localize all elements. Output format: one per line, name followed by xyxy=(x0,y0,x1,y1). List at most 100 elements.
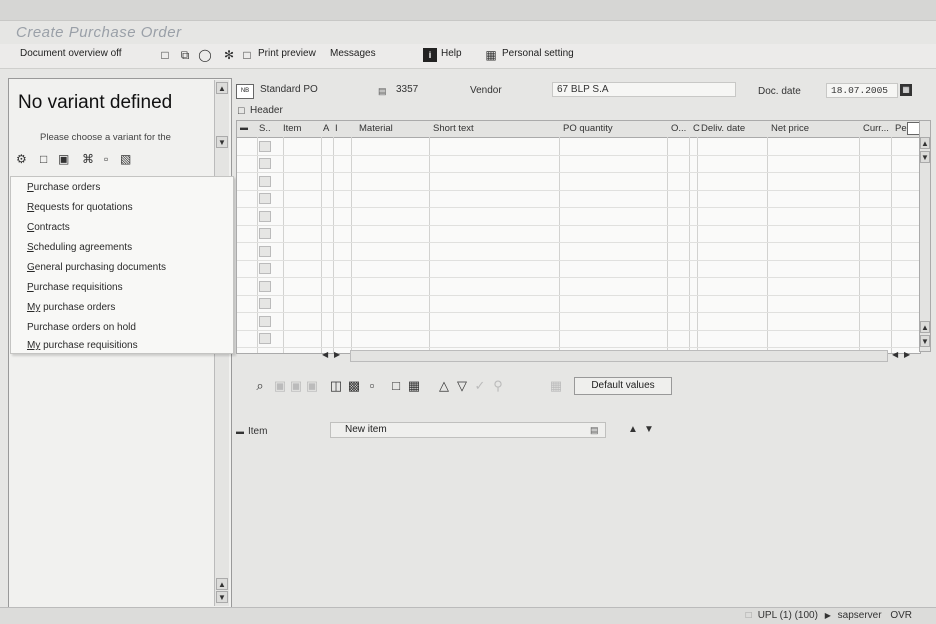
document-overview-button[interactable]: Document overview off xyxy=(20,48,122,59)
filter-icon[interactable]: ▽ xyxy=(454,378,470,394)
table-row[interactable] xyxy=(237,154,920,156)
collapse-icon[interactable]: ▫ xyxy=(104,152,108,166)
column-order-unit[interactable]: O... xyxy=(671,123,686,134)
layout-grid-icon[interactable]: ▦ xyxy=(406,378,422,394)
table-row[interactable] xyxy=(237,294,920,296)
copy-rows-icon[interactable]: □ xyxy=(388,378,404,394)
row-selector[interactable] xyxy=(259,228,271,239)
previous-item-icon[interactable]: ▲ xyxy=(628,424,638,435)
next-item-icon[interactable]: ▼ xyxy=(644,424,654,435)
column-date-category[interactable]: C xyxy=(693,123,700,134)
column-material[interactable]: Material xyxy=(359,123,393,134)
scroll-left-icon[interactable]: ◀ xyxy=(892,350,898,359)
column-net-price[interactable]: Net price xyxy=(771,123,809,134)
vendor-field[interactable]: 67 BLP S.A xyxy=(552,82,736,97)
column-short-text[interactable]: Short text xyxy=(433,123,474,134)
row-selector[interactable] xyxy=(259,175,271,187)
scroll-right-icon[interactable]: ▶ xyxy=(904,350,910,359)
menu-item-purchase-orders[interactable]: Purchase orders xyxy=(27,182,100,193)
scroll-down-icon[interactable]: ▼ xyxy=(216,591,228,603)
menu-item-scheduling-agreements[interactable]: Scheduling agreements xyxy=(27,242,132,253)
row-selector[interactable] xyxy=(259,140,271,152)
system-info[interactable]: UPL (1) (100) xyxy=(758,610,818,621)
menu-item-requests-for-quotations[interactable]: Requests for quotations xyxy=(27,202,133,213)
column-item[interactable]: Item xyxy=(283,123,301,134)
scroll-right-icon[interactable]: ▶ xyxy=(334,350,340,359)
display-change-icon[interactable]: ◯ xyxy=(198,48,212,62)
unlock-icon[interactable]: ▫ xyxy=(364,378,380,394)
personal-setting-icon[interactable]: ▦ xyxy=(484,48,498,62)
calendar-icon[interactable]: ▦ xyxy=(900,84,912,96)
layout-icon[interactable]: ▧ xyxy=(120,152,131,166)
po-type-field[interactable]: Standard PO xyxy=(256,83,352,98)
row-selector[interactable] xyxy=(259,263,271,274)
scroll-down-icon[interactable]: ▼ xyxy=(920,151,930,163)
details-icon[interactable]: ⌕ xyxy=(252,378,268,394)
scroll-up-icon[interactable]: ▲ xyxy=(920,137,930,149)
row-selector[interactable] xyxy=(259,210,271,222)
previous-page-icon[interactable]: ▣ xyxy=(288,378,304,394)
item-select-field[interactable]: New item xyxy=(330,422,606,438)
print-preview-button[interactable]: Print preview xyxy=(258,48,316,59)
table-horizontal-scrollbar[interactable] xyxy=(350,350,888,362)
create-document-icon[interactable]: □ xyxy=(158,48,172,62)
copy-icon[interactable]: □ xyxy=(40,152,47,166)
print-preview-icon[interactable]: □ xyxy=(240,48,254,62)
messages-button[interactable]: Messages xyxy=(330,48,376,59)
check-icon[interactable]: ✓ xyxy=(472,378,488,394)
table-row[interactable] xyxy=(237,312,920,313)
row-selector[interactable] xyxy=(259,193,271,204)
lock-icon[interactable]: ▩ xyxy=(346,378,362,394)
po-number-field[interactable]: 3357 xyxy=(392,83,446,98)
header-label[interactable]: Header xyxy=(250,105,283,116)
column-item-category[interactable]: I xyxy=(335,123,338,134)
menu-item-purchase-orders-on-hold[interactable]: Purchase orders on hold xyxy=(27,322,136,333)
selection-variant-icon[interactable]: ⚙ xyxy=(16,152,27,166)
menu-item-contracts[interactable]: Contracts xyxy=(27,222,70,233)
column-delivery-date[interactable]: Deliv. date xyxy=(701,123,745,134)
item-lookup-icon[interactable]: ▤ xyxy=(590,425,599,436)
po-type-icon[interactable]: NB xyxy=(236,84,254,99)
scroll-up-icon[interactable]: ▲ xyxy=(216,82,228,94)
help-button[interactable]: Help xyxy=(441,48,462,59)
first-page-icon[interactable]: ▣ xyxy=(272,378,288,394)
scroll-down-icon[interactable]: ▼ xyxy=(216,136,228,148)
doc-date-field[interactable]: 18.07.2005 xyxy=(826,83,898,98)
row-selector[interactable] xyxy=(259,333,271,344)
insert-mode[interactable]: OVR xyxy=(890,610,912,621)
delete-icon[interactable]: ◫ xyxy=(328,378,344,394)
next-page-icon[interactable]: ▣ xyxy=(304,378,320,394)
settings-icon[interactable]: ▦ xyxy=(548,378,564,394)
table-row[interactable] xyxy=(237,172,920,173)
scroll-up-icon[interactable]: ▲ xyxy=(216,578,228,590)
table-row[interactable] xyxy=(237,207,920,208)
row-selector[interactable] xyxy=(259,245,271,257)
table-row[interactable] xyxy=(237,189,920,191)
menu-item-my-purchase-requisitions[interactable]: My purchase requisitions xyxy=(27,340,138,351)
row-selector-header-icon[interactable]: ▬ xyxy=(240,123,248,132)
menu-item-my-purchase-orders[interactable]: My purchase orders xyxy=(27,302,115,313)
column-status[interactable]: S.. xyxy=(259,123,271,134)
other-purchase-order-icon[interactable]: ✻ xyxy=(222,48,236,62)
column-acct-assignment[interactable]: A xyxy=(323,123,329,134)
item-expand-icon[interactable]: ▬ xyxy=(236,427,244,436)
po-number-lookup-icon[interactable]: ▤ xyxy=(378,86,387,97)
row-selector[interactable] xyxy=(259,158,271,169)
table-row[interactable] xyxy=(237,347,920,348)
column-po-quantity[interactable]: PO quantity xyxy=(563,123,613,134)
row-selector[interactable] xyxy=(259,298,271,309)
scroll-left-icon[interactable]: ◀ xyxy=(322,350,328,359)
help-icon[interactable]: i xyxy=(423,48,437,62)
table-row[interactable] xyxy=(237,329,920,331)
table-row[interactable] xyxy=(237,224,920,226)
refresh-icon[interactable]: ▣ xyxy=(58,152,69,166)
table-vertical-scrollbar[interactable]: ▲ ▼ ▲ ▼ xyxy=(919,120,931,352)
scroll-up-icon[interactable]: ▲ xyxy=(920,321,930,333)
menu-item-general-purchasing-documents[interactable]: General purchasing documents xyxy=(27,262,166,273)
personal-setting-button[interactable]: Personal setting xyxy=(502,48,574,59)
sort-icon[interactable]: △ xyxy=(436,378,452,394)
scroll-down-icon[interactable]: ▼ xyxy=(920,335,930,347)
table-row[interactable] xyxy=(237,277,920,278)
header-expand-icon[interactable]: □ xyxy=(238,105,245,117)
find-icon[interactable]: ⌘ xyxy=(82,152,94,166)
